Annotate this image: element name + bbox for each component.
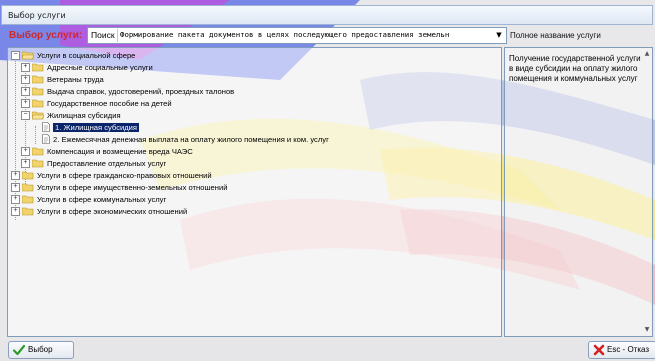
tree-item[interactable]: + Государственное пособие на детей <box>21 98 172 110</box>
checkmark-icon <box>13 344 25 356</box>
expand-icon[interactable]: + <box>21 86 30 96</box>
folder-icon <box>32 75 44 83</box>
search-divider <box>117 29 118 42</box>
tree-item[interactable]: − Услуги в социальной сфере <box>11 50 135 62</box>
expand-icon[interactable]: + <box>21 98 30 108</box>
tree-item[interactable]: 2. Ежемесячная денежная выплата на оплат… <box>42 134 329 146</box>
expand-icon[interactable]: + <box>21 74 30 84</box>
tree-item[interactable]: + Компенсация и возмещение вреда ЧАЭС <box>21 146 193 158</box>
tree-item[interactable]: + Ветераны труда <box>21 74 104 86</box>
tree-item-label: Ветераны труда <box>47 75 104 84</box>
search-input[interactable]: Формирование пакета документов в целях п… <box>120 30 492 39</box>
tree-item[interactable]: + Услуги в сфере имущественно-земельных о… <box>11 182 227 194</box>
full-name-header: Полное название услуги <box>510 31 601 40</box>
cross-icon <box>593 344 605 356</box>
tree-item-label: Государственное пособие на детей <box>47 99 172 108</box>
folder-icon <box>22 171 34 179</box>
tree-item[interactable]: + Выдача справок, удостоверений, проездны… <box>21 86 234 98</box>
tree-item-label: Услуги в сфере имущественно-земельных от… <box>37 183 228 192</box>
selection-toolbar: Выбор услуги: Поиск Формирование пакета … <box>7 27 655 46</box>
service-full-name-text: Получение государственной услуги в виде … <box>509 54 641 83</box>
folder-icon <box>22 183 34 191</box>
tree-item-selected[interactable]: 1. Жилищная субсидия <box>42 122 140 134</box>
cancel-button[interactable]: Esc - Отказ <box>588 341 655 359</box>
dialog-footer: Выбор Esc - Отказ <box>0 337 655 361</box>
expand-icon[interactable]: + <box>21 158 30 168</box>
tree-item[interactable]: − Жилищная субсидия <box>21 110 121 122</box>
tree-item-label: 2. Ежемесячная денежная выплата на оплат… <box>53 135 329 144</box>
tree-item-label: Услуги в сфере коммунальных услуг <box>37 195 167 204</box>
search-combobox[interactable]: Поиск Формирование пакета документов в ц… <box>87 27 507 44</box>
expand-icon[interactable]: + <box>11 182 20 192</box>
tree-item[interactable]: + Предоставление отдельных услуг <box>21 158 166 170</box>
collapse-icon[interactable]: − <box>11 50 20 60</box>
folder-icon <box>32 87 44 95</box>
tree-item-label: Выдача справок, удостоверений, проездных… <box>47 87 235 96</box>
folder-icon <box>32 63 44 71</box>
tree-item-label: 1. Жилищная субсидия <box>53 123 140 132</box>
select-button[interactable]: Выбор <box>8 341 74 359</box>
folder-icon <box>22 207 34 215</box>
tree-item-label: Услуги в социальной сфере <box>37 51 136 60</box>
tree-item-label: Компенсация и возмещение вреда ЧАЭС <box>47 147 193 156</box>
window-title: Выбор услуги <box>8 11 66 20</box>
folder-open-icon <box>22 51 34 59</box>
service-full-name-panel: Получение государственной услуги в виде … <box>504 47 653 337</box>
expand-icon[interactable]: + <box>11 170 20 180</box>
folder-icon <box>32 99 44 107</box>
tree-item[interactable]: + Адресные социальные услуги <box>21 62 153 74</box>
folder-icon <box>32 147 44 155</box>
folder-open-icon <box>32 111 44 119</box>
service-tree[interactable]: − Услуги в социальной сфере + Адресные соц… <box>7 47 502 337</box>
search-label: Поиск <box>91 30 115 40</box>
cancel-button-label: Esc - Отказ <box>607 345 650 354</box>
tree-item[interactable]: + Услуги в сфере коммунальных услуг <box>11 194 166 206</box>
folder-icon <box>32 159 44 167</box>
scroll-up-icon[interactable]: ▲ <box>643 50 651 58</box>
tree-item-label: Жилищная субсидия <box>47 111 121 120</box>
expand-icon[interactable]: + <box>11 194 20 204</box>
collapse-icon[interactable]: − <box>21 110 30 120</box>
tree-item[interactable]: + Услуги в сфере экономических отношений <box>11 206 187 218</box>
tree-item-label: Услуги в сфере экономических отношений <box>37 207 188 216</box>
dropdown-arrow-icon[interactable]: ▼ <box>493 29 505 42</box>
scroll-down-icon[interactable]: ▼ <box>643 326 651 334</box>
expand-icon[interactable]: + <box>21 62 30 72</box>
expand-icon[interactable]: + <box>21 146 30 156</box>
document-icon <box>42 122 50 132</box>
tree-item-label: Предоставление отдельных услуг <box>47 159 167 168</box>
expand-icon[interactable]: + <box>11 206 20 216</box>
select-button-label: Выбор <box>28 345 53 354</box>
titlebar[interactable]: Выбор услуги <box>1 5 653 25</box>
document-icon <box>42 134 50 144</box>
service-selection-window: Выбор услуги Выбор услуги: Поиск Формиро… <box>0 0 655 361</box>
folder-icon <box>22 195 34 203</box>
select-service-label: Выбор услуги: <box>9 30 83 41</box>
tree-item[interactable]: + Услуги в сфере гражданско-правовых отно… <box>11 170 212 182</box>
vertical-scrollbar[interactable]: ▲ ▼ <box>642 48 652 336</box>
tree-item-label: Адресные социальные услуги <box>47 63 153 72</box>
tree-item-label: Услуги в сфере гражданско-правовых отнош… <box>37 171 212 180</box>
